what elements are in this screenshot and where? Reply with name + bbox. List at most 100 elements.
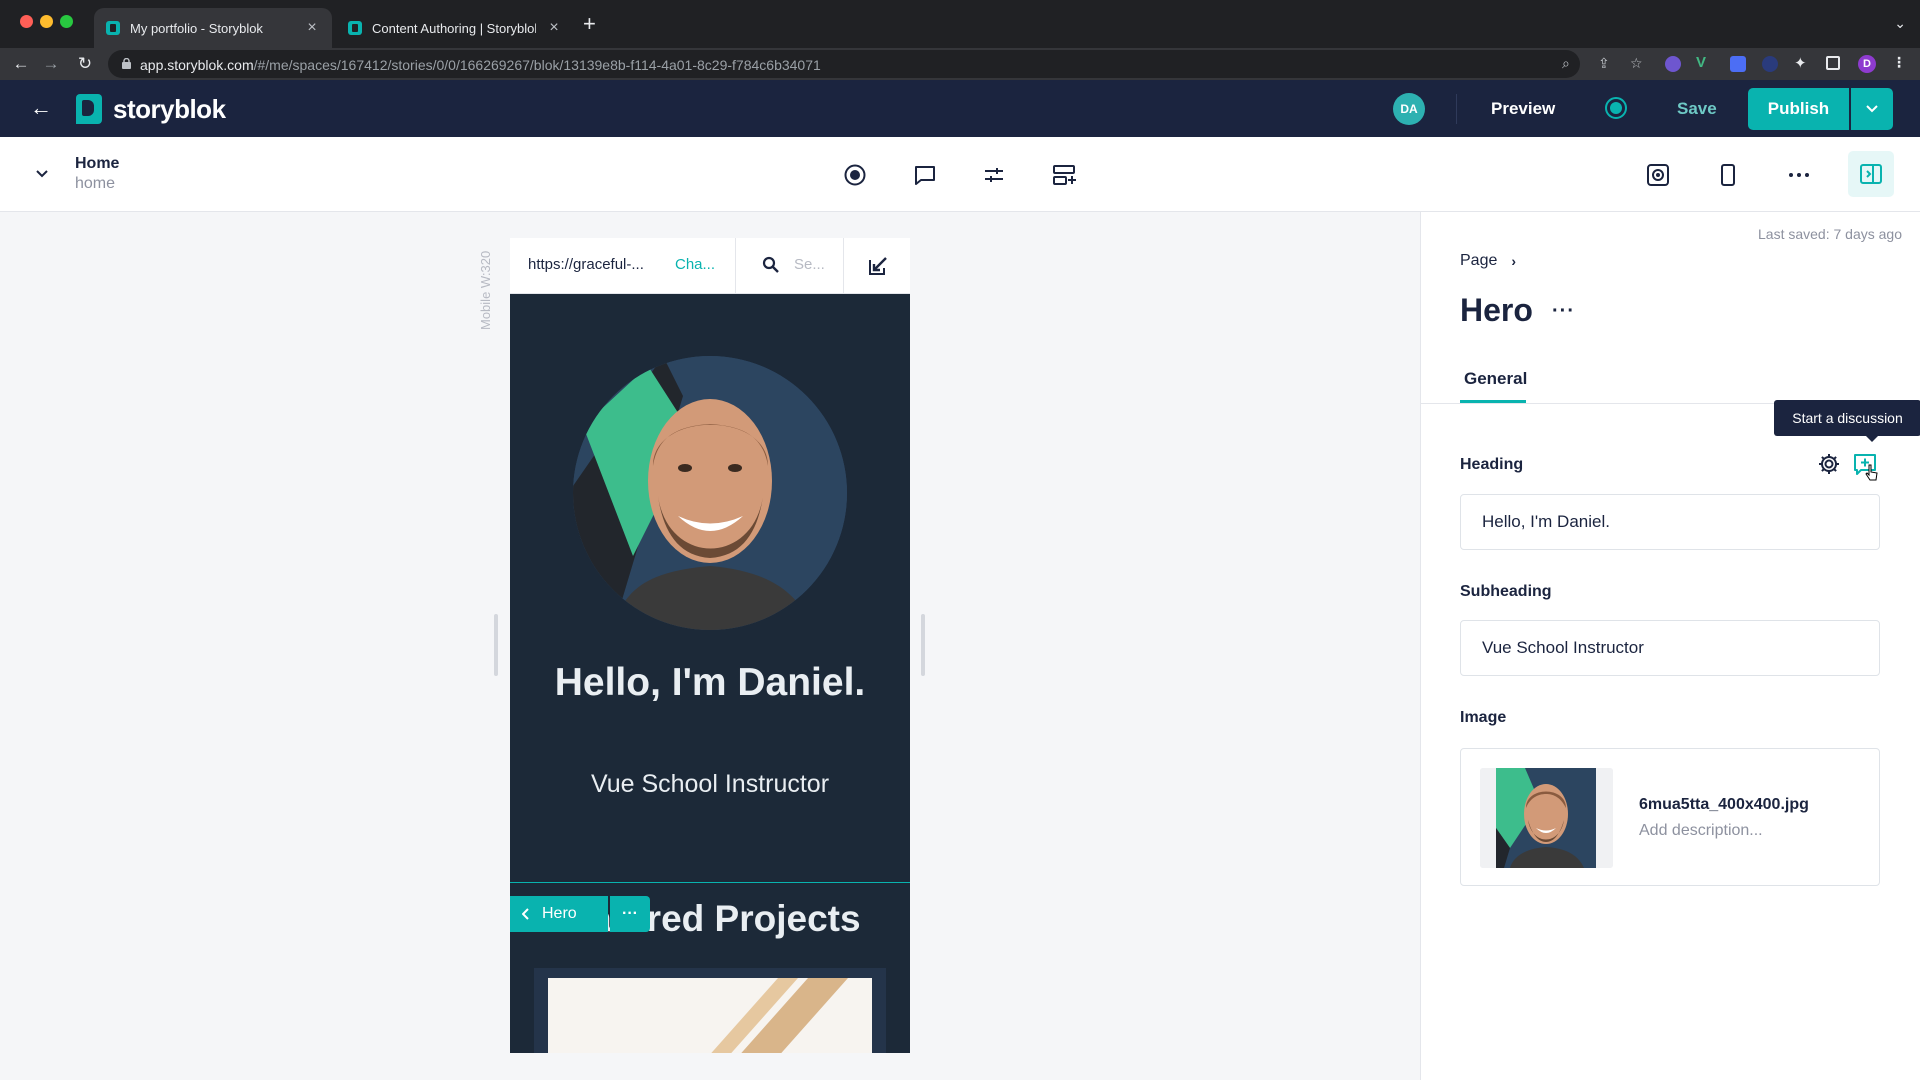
more-options-icon[interactable] — [1785, 161, 1813, 189]
preview-url: https://graceful-... — [528, 256, 644, 273]
edit-icon[interactable] — [867, 255, 889, 277]
last-saved-status: Last saved: 7 days ago — [1758, 226, 1902, 242]
bookmark-star-icon[interactable]: ☆ — [1630, 55, 1643, 72]
image-filename: 6mua5tta_400x400.jpg — [1639, 796, 1809, 813]
hero-profile-photo[interactable] — [573, 356, 847, 630]
forward-arrow-icon[interactable]: → — [40, 54, 62, 74]
reload-icon[interactable]: ↻ — [74, 54, 96, 74]
extension-icon[interactable] — [1762, 56, 1778, 72]
project-card[interactable] — [534, 968, 886, 1053]
preview-hero-heading[interactable]: Hello, I'm Daniel. — [510, 662, 910, 703]
preview-search-input[interactable]: Se... — [794, 256, 825, 273]
zoom-window-button[interactable] — [60, 15, 73, 28]
change-url-link[interactable]: Cha... — [675, 256, 715, 273]
hero-block-button[interactable]: Hero — [510, 896, 608, 932]
editor-toolbar: Home home — [0, 137, 1920, 212]
brand-name: storyblok — [113, 94, 226, 124]
preview-hero-subheading[interactable]: Vue School Instructor — [510, 770, 910, 799]
heading-input[interactable] — [1460, 494, 1880, 550]
vue-devtools-extension-icon[interactable]: V — [1696, 54, 1706, 71]
resize-handle-right[interactable] — [921, 614, 925, 676]
user-avatar[interactable]: DA — [1393, 93, 1425, 125]
start-discussion-tooltip: Start a discussion — [1774, 400, 1920, 442]
tab-general[interactable]: General — [1464, 369, 1527, 389]
hero-block-label: Hero — [542, 905, 577, 922]
status-indicator-icon[interactable] — [1605, 97, 1627, 119]
screenshot-icon[interactable] — [1644, 161, 1672, 189]
preview-url-bar: https://graceful-... Cha... Se... — [510, 238, 910, 294]
close-tab-icon[interactable]: × — [546, 20, 562, 36]
app-header: ← storyblok DA Preview Save Publish — [0, 80, 1920, 137]
extension-icon[interactable] — [1665, 56, 1681, 72]
storyblok-favicon-icon — [106, 21, 120, 35]
puzzle-extensions-icon[interactable]: ✦ — [1794, 54, 1807, 72]
image-field-label: Image — [1460, 709, 1507, 726]
browser-tab-content-authoring[interactable]: Content Authoring | Storyblok × — [336, 8, 574, 48]
story-menu-chevron-icon[interactable] — [36, 167, 48, 181]
field-settings-gear-icon[interactable] — [1817, 452, 1841, 476]
side-panel-icon — [1860, 164, 1882, 184]
minimize-window-button[interactable] — [40, 15, 53, 28]
save-button[interactable]: Save — [1677, 99, 1717, 119]
tab-search-chevron-icon[interactable]: ⌄ — [1894, 15, 1906, 32]
breadcrumb-page[interactable]: Page — [1460, 252, 1497, 270]
browser-address-bar: ← → ↻ app.storyblok.com/#/me/spaces/1674… — [0, 48, 1920, 80]
selected-block-outline — [510, 882, 910, 883]
browser-tab-my-portfolio[interactable]: My portfolio - Storyblok × — [94, 8, 332, 48]
preview-button[interactable]: Preview — [1491, 99, 1555, 119]
url-field[interactable]: app.storyblok.com/#/me/spaces/167412/sto… — [108, 50, 1643, 78]
image-asset-thumbnail[interactable] — [1480, 768, 1613, 868]
toggle-side-panel-button[interactable] — [1848, 151, 1894, 197]
comments-icon[interactable] — [911, 161, 939, 189]
mouse-pointer-icon — [1865, 464, 1878, 481]
device-size-label: Mobile W:320 — [478, 250, 493, 330]
profile-avatar[interactable]: D — [1858, 55, 1876, 73]
chevron-right-icon: › — [1511, 253, 1517, 269]
storyblok-favicon-icon — [348, 21, 362, 35]
publish-options-chevron-icon[interactable] — [1851, 88, 1893, 130]
close-window-button[interactable] — [20, 15, 33, 28]
image-asset-field[interactable]: 6mua5tta_400x400.jpg Add description... — [1460, 748, 1880, 886]
tab-title: My portfolio - Storyblok — [130, 20, 263, 36]
close-tab-icon[interactable]: × — [304, 20, 320, 36]
browser-menu-icon[interactable]: ⋮ — [1892, 54, 1906, 71]
resize-handle-left[interactable] — [494, 614, 498, 676]
heading-field-label: Heading — [1460, 456, 1524, 473]
workflow-stage-icon[interactable] — [841, 161, 869, 189]
tab-title: Content Authoring | Storyblok — [372, 20, 536, 36]
story-slug: home — [75, 175, 116, 192]
search-icon[interactable] — [762, 256, 780, 274]
divider — [843, 238, 844, 294]
zoom-icon[interactable]: ⌕ — [1562, 55, 1570, 72]
settings-sliders-icon[interactable] — [980, 161, 1008, 189]
subheading-field-label: Subheading — [1460, 583, 1552, 600]
block-editor-panel: Last saved: 7 days ago Page › Hero ··· G… — [1420, 212, 1920, 1080]
project-image — [548, 978, 872, 1053]
mobile-device-icon[interactable] — [1714, 161, 1742, 189]
block-more-options-icon[interactable]: ··· — [1552, 300, 1575, 323]
subheading-input[interactable] — [1460, 620, 1880, 676]
share-icon[interactable]: ⇪ — [1598, 55, 1610, 72]
url-path: /#/me/spaces/167412/stories/0/0/16626926… — [253, 57, 821, 73]
block-title: Hero — [1460, 292, 1533, 328]
story-title: Home — [75, 155, 120, 172]
chevron-left-icon — [522, 908, 529, 920]
back-arrow-icon[interactable]: ← — [30, 96, 52, 120]
preview-device-frame: https://graceful-... Cha... Se... Hello,… — [510, 238, 910, 1053]
divider — [1456, 94, 1457, 124]
extension-icon[interactable] — [1730, 56, 1746, 72]
new-tab-button[interactable]: + — [583, 13, 596, 35]
publish-button[interactable]: Publish — [1748, 88, 1849, 130]
divider — [735, 238, 736, 294]
lock-icon — [122, 58, 131, 69]
back-arrow-icon[interactable]: ← — [10, 54, 32, 74]
selected-block-chip: Hero ··· — [510, 896, 650, 932]
browser-tab-bar: My portfolio - Storyblok × Content Autho… — [0, 0, 1920, 48]
side-panel-icon[interactable] — [1826, 56, 1840, 70]
block-more-options-icon[interactable]: ··· — [610, 896, 650, 932]
storyblok-logo-icon — [76, 94, 102, 124]
image-description-input[interactable]: Add description... — [1639, 822, 1763, 840]
url-host: app.storyblok.com — [140, 57, 254, 73]
add-block-icon[interactable] — [1051, 161, 1079, 189]
breadcrumb[interactable]: Page › — [1460, 252, 1516, 270]
